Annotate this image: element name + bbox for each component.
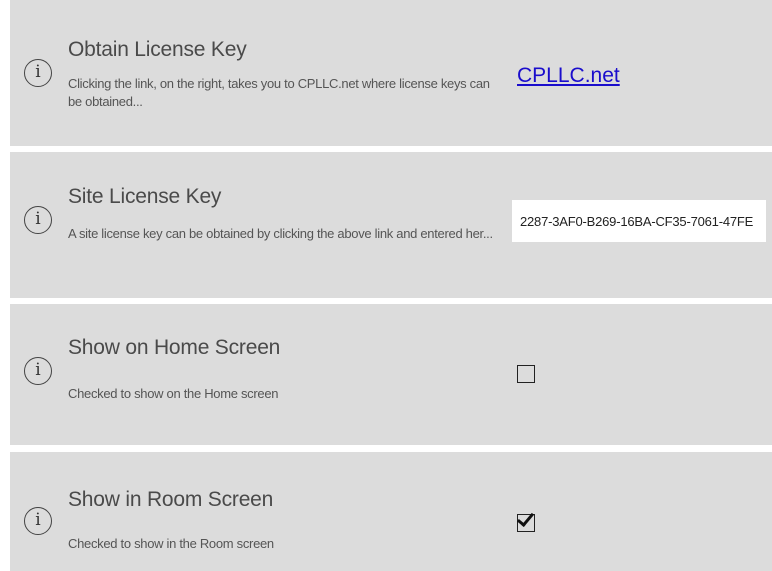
setting-title: Site License Key — [68, 185, 222, 208]
setting-obtain-license-key: i Obtain License Key Clicking the link, … — [10, 0, 772, 146]
setting-description: Checked to show on the Home screen — [68, 386, 279, 401]
setting-site-license-key: i Site License Key A site license key ca… — [10, 152, 772, 298]
show-in-room-checkbox[interactable] — [517, 514, 535, 532]
setting-title: Show on Home Screen — [68, 336, 281, 359]
setting-title: Show in Room Screen — [68, 488, 274, 511]
info-icon: i — [24, 206, 52, 234]
info-icon: i — [24, 357, 52, 385]
setting-show-on-home-screen: i Show on Home Screen Checked to show on… — [10, 304, 772, 445]
settings-page: i Obtain License Key Clicking the link, … — [0, 0, 772, 571]
setting-description: Clicking the link, on the right, takes y… — [68, 76, 490, 109]
setting-title: Obtain License Key — [68, 38, 247, 61]
show-on-home-checkbox[interactable] — [517, 365, 535, 383]
info-icon: i — [24, 507, 52, 535]
info-icon: i — [24, 59, 52, 87]
cpllc-link[interactable]: CPLLC.net — [517, 64, 620, 88]
setting-description: A site license key can be obtained by cl… — [68, 226, 493, 241]
setting-show-in-room-screen: i Show in Room Screen Checked to show in… — [10, 452, 772, 571]
setting-description: Checked to show in the Room screen — [68, 536, 274, 551]
site-license-key-input[interactable] — [512, 200, 766, 242]
